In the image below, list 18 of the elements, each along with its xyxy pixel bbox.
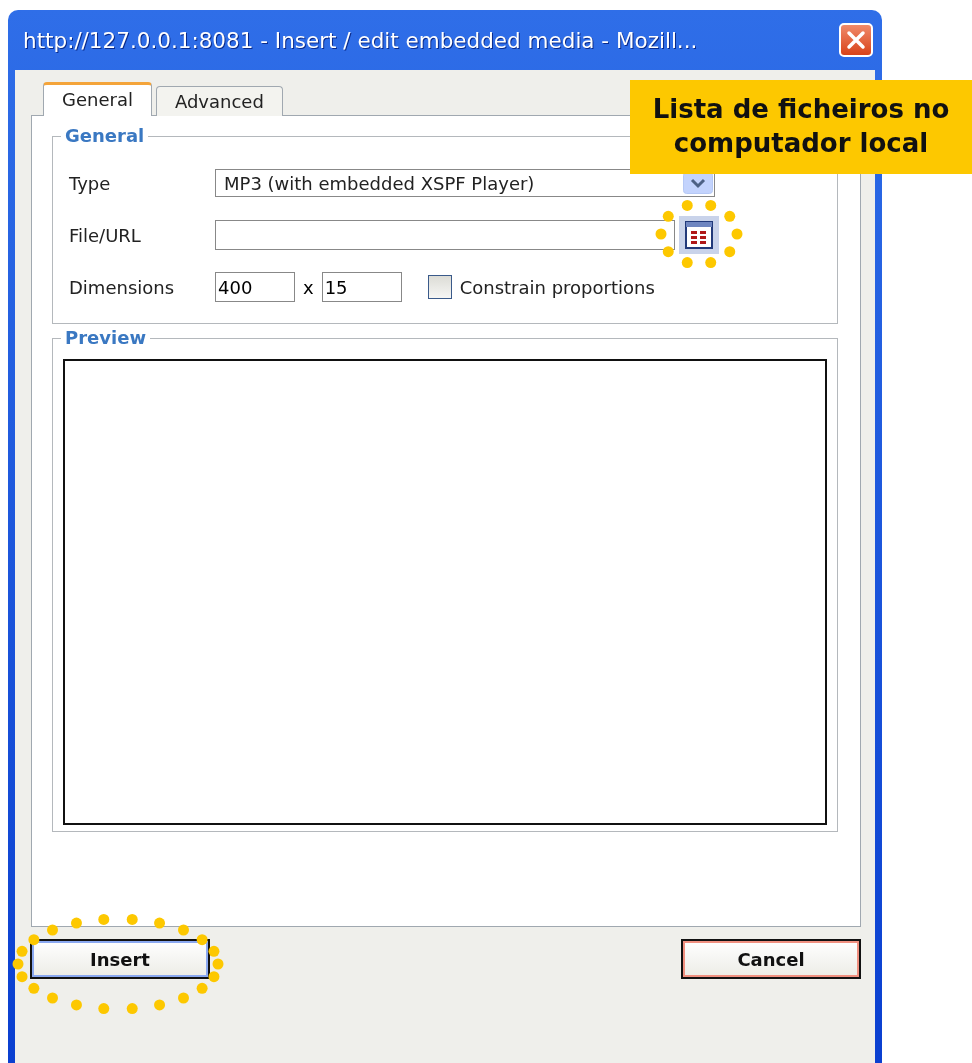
field-label: Dimensions: [69, 276, 176, 298]
tab[interactable]: Advanced: [155, 86, 283, 116]
close-icon: [846, 30, 866, 50]
field-label: File/URL: [69, 224, 142, 246]
field-label: Type: [69, 172, 112, 194]
dimension-separator: x: [303, 276, 314, 298]
window-title: http://127.0.0.1:8081 - Insert / edit embedded media - Mozill...: [23, 27, 698, 53]
width-field[interactable]: 400: [215, 272, 295, 302]
file-url-field[interactable]: [215, 220, 675, 250]
close-button[interactable]: [839, 23, 873, 57]
checkbox-label: Constrain proportions: [459, 276, 655, 298]
tab[interactable]: General: [43, 82, 152, 116]
checkbox[interactable]: [427, 275, 452, 299]
browse-button[interactable]: [679, 216, 719, 254]
cancel-button[interactable]: Cancel: [681, 939, 861, 979]
insert-button[interactable]: Insert: [30, 939, 210, 979]
callout-label: Lista de ficheiros no computador local: [630, 80, 972, 174]
height-field[interactable]: 15: [321, 272, 402, 302]
